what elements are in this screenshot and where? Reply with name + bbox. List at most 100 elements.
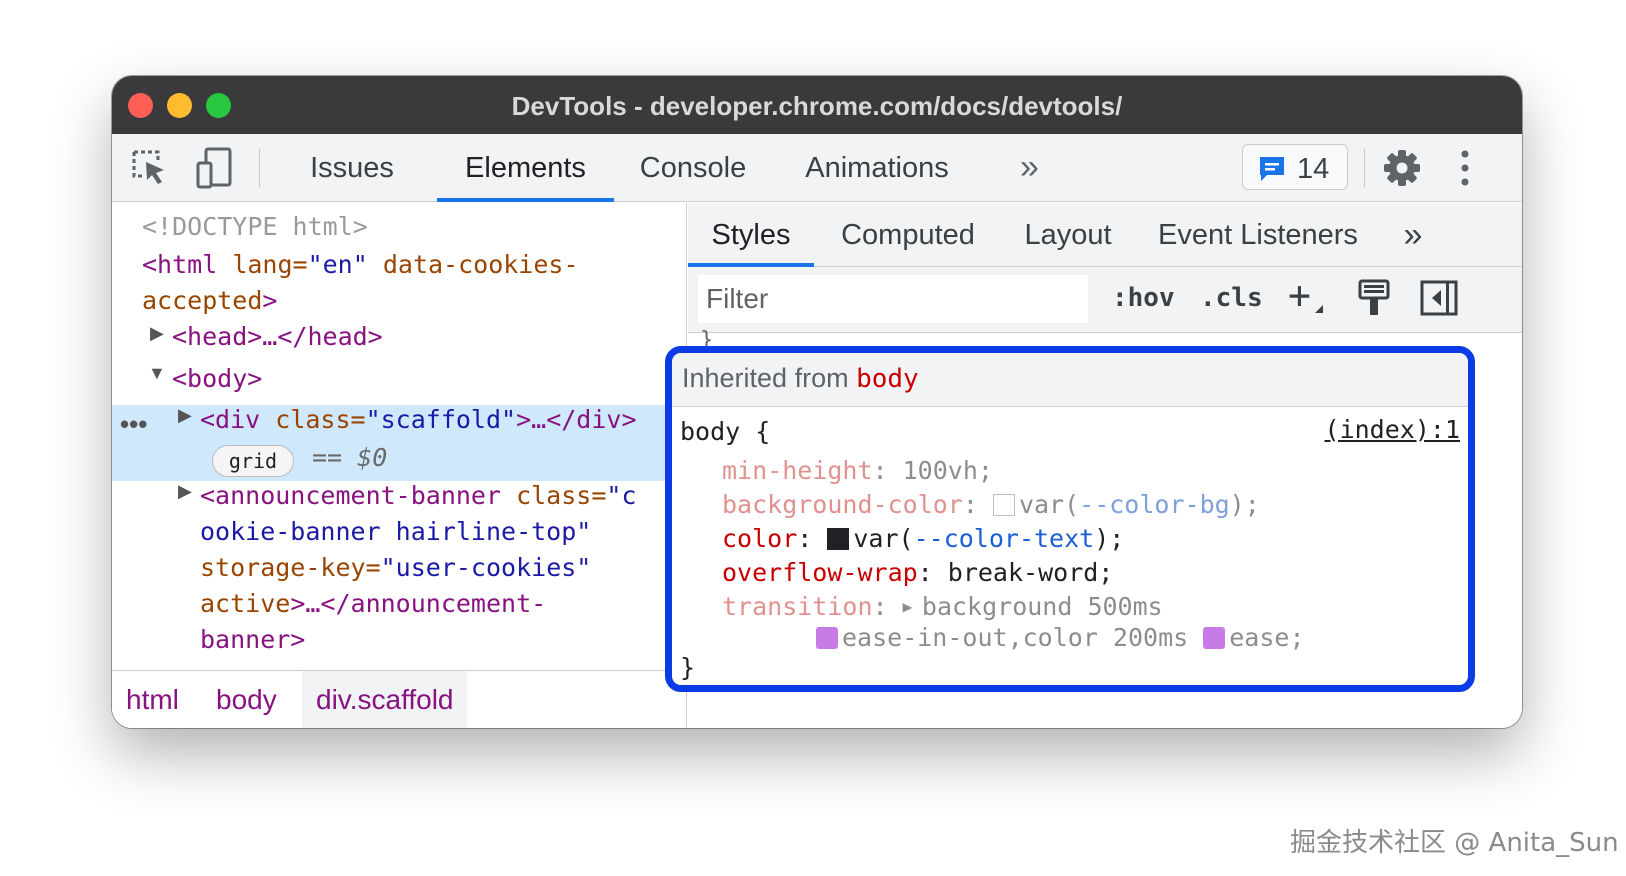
- decl-value-suffix: );: [1094, 524, 1125, 553]
- tab-computed[interactable]: Computed: [828, 203, 988, 267]
- console-reference: == $0: [312, 443, 388, 472]
- window-title: DevTools - developer.chrome.com/docs/dev…: [511, 91, 1123, 121]
- easing-editor-icon[interactable]: [816, 627, 838, 649]
- color-swatch-icon[interactable]: [827, 528, 850, 550]
- breadcrumb: html body div.scaffold: [112, 670, 686, 728]
- expand-div-triangle-icon[interactable]: ▶: [178, 405, 192, 426]
- decl-colon: :: [872, 592, 903, 621]
- gear-icon[interactable]: [1382, 148, 1422, 193]
- decl-colon: :: [872, 456, 903, 485]
- banner-active-attr: active: [200, 589, 291, 618]
- easing-editor-icon[interactable]: [1203, 627, 1226, 649]
- banner-storage-line: storage-key="user-cookies": [200, 550, 591, 586]
- source-link[interactable]: (index):1: [1325, 415, 1460, 444]
- expand-head-triangle-icon[interactable]: ▶: [150, 323, 164, 344]
- expand-banner-triangle-icon[interactable]: ▶: [178, 481, 192, 502]
- banner-storage-attr: storage-key=: [200, 553, 381, 582]
- title-bar: DevTools - developer.chrome.com/docs/dev…: [112, 76, 1522, 134]
- inherited-from-header: Inherited from body: [672, 353, 1468, 407]
- decl-prop: transition: [722, 592, 873, 621]
- html-lang-value: "en": [307, 250, 368, 279]
- color-swatch-icon[interactable]: [992, 494, 1015, 516]
- class-toggle[interactable]: .cls: [1200, 283, 1263, 313]
- node-actions-ellipsis-icon[interactable]: •••: [120, 409, 147, 440]
- watermark: 掘金技术社区 @ Anita_Sun: [1290, 828, 1619, 858]
- dom-html-node[interactable]: <html lang="en" data-cookies-: [142, 247, 579, 283]
- html-cookies-attr: data-cookies-: [367, 250, 579, 279]
- device-toolbar-icon[interactable]: [194, 146, 236, 195]
- inherited-rule-highlight: Inherited from body body { (index):1 min…: [665, 346, 1475, 692]
- styles-filter-input[interactable]: [698, 275, 1088, 323]
- breadcrumb-body[interactable]: body: [202, 671, 291, 728]
- dom-doctype[interactable]: <!DOCTYPE html>: [142, 209, 368, 245]
- banner-class-value: "c: [606, 481, 637, 510]
- div-close-tag: >…</div>: [516, 405, 637, 434]
- dom-banner-node[interactable]: <announcement-banner class="c: [200, 478, 637, 514]
- decl-transition[interactable]: transition: ▶ background 500ms: [722, 590, 1163, 624]
- banner-class-value-wrap: ookie-banner hairline-top": [200, 517, 592, 546]
- hover-state-toggle[interactable]: :hov: [1112, 283, 1175, 313]
- banner-class-attr: class=: [501, 481, 607, 510]
- more-sidebar-tabs-chevron-icon[interactable]: »: [1398, 203, 1428, 267]
- html-lang-attr: lang=: [217, 250, 308, 279]
- decl-overflow-wrap[interactable]: overflow-wrap: break-word;: [722, 556, 1113, 590]
- kebab-menu-icon[interactable]: [1458, 148, 1472, 193]
- tab-issues[interactable]: Issues: [287, 134, 417, 202]
- tab-elements[interactable]: Elements: [437, 134, 614, 202]
- toolbar-divider-right: [1364, 148, 1365, 188]
- decl-colon: :: [917, 558, 948, 587]
- banner-storage-value: "user-cookies": [380, 553, 592, 582]
- decl-colon: :: [797, 524, 828, 553]
- paintbrush-icon[interactable]: [1356, 278, 1392, 323]
- inherited-from-label: Inherited from: [682, 363, 857, 393]
- div-class-attr: class=: [260, 405, 366, 434]
- dom-head-node[interactable]: <head>…</head>: [172, 319, 383, 355]
- issues-chat-icon: [1257, 154, 1287, 189]
- decl-prop: background-color: [722, 490, 963, 519]
- elements-dom-tree: <!DOCTYPE html> <html lang="en" data-coo…: [112, 203, 687, 728]
- banner-close-tag: >…</announcement-: [290, 589, 547, 618]
- issues-count: 14: [1297, 153, 1330, 185]
- decl-min-height[interactable]: min-height: 100vh;: [722, 454, 993, 488]
- tab-layout[interactable]: Layout: [1013, 203, 1123, 267]
- inherited-selector-link[interactable]: body: [856, 364, 919, 394]
- css-variable[interactable]: --color-bg: [1079, 490, 1230, 519]
- html-open-tag: <html: [142, 250, 218, 279]
- tab-console[interactable]: Console: [628, 134, 758, 202]
- new-rule-menu-triangle-icon[interactable]: [1315, 305, 1323, 313]
- html-close-bracket: >: [262, 286, 278, 315]
- toolbar-divider: [259, 148, 260, 188]
- css-variable[interactable]: --color-text: [914, 524, 1095, 553]
- styles-filter-bar: :hov .cls +: [688, 267, 1522, 333]
- collapse-body-triangle-icon[interactable]: ▼: [148, 363, 166, 384]
- decl-value: background 500ms: [921, 592, 1163, 621]
- issues-counter-button[interactable]: 14: [1242, 144, 1348, 190]
- inspect-element-icon[interactable]: [130, 148, 170, 193]
- div-open-tag: <div: [200, 405, 261, 434]
- breadcrumb-div-scaffold[interactable]: div.scaffold: [302, 671, 468, 728]
- div-class-value: "scaffold": [365, 405, 517, 434]
- dom-html-node-wrap[interactable]: accepted>: [142, 283, 277, 319]
- toggle-sidebar-icon[interactable]: [1420, 279, 1458, 322]
- tab-event-listeners[interactable]: Event Listeners: [1148, 203, 1368, 267]
- tab-animations[interactable]: Animations: [797, 134, 957, 202]
- new-style-rule-button[interactable]: +: [1288, 273, 1311, 317]
- decl-color[interactable]: color: var(--color-text);: [722, 522, 1124, 556]
- banner-active-line: active>…</announcement-: [200, 586, 546, 622]
- dom-body-node[interactable]: <body>: [172, 361, 262, 397]
- decl-value-cont-1: ease-in-out,color 200ms: [842, 623, 1189, 652]
- rule-close-brace: }: [680, 653, 696, 682]
- decl-prop: overflow-wrap: [722, 558, 918, 587]
- decl-background-color[interactable]: background-color: var(--color-bg);: [722, 488, 1260, 522]
- grid-badge[interactable]: grid: [212, 445, 294, 477]
- rule-selector[interactable]: body {: [680, 415, 770, 449]
- banner-open-tag: <announcement-banner: [200, 481, 502, 510]
- more-tabs-chevron-icon[interactable]: »: [1020, 134, 1039, 202]
- dom-div-scaffold-node[interactable]: <div class="scaffold">…</div>: [200, 402, 637, 438]
- tab-styles[interactable]: Styles: [688, 203, 814, 267]
- decl-value: 100vh;: [902, 456, 993, 485]
- expand-shorthand-triangle-icon[interactable]: ▶: [903, 597, 922, 616]
- banner-close-tag-wrap: banner>: [200, 625, 306, 654]
- breadcrumb-html[interactable]: html: [112, 671, 193, 728]
